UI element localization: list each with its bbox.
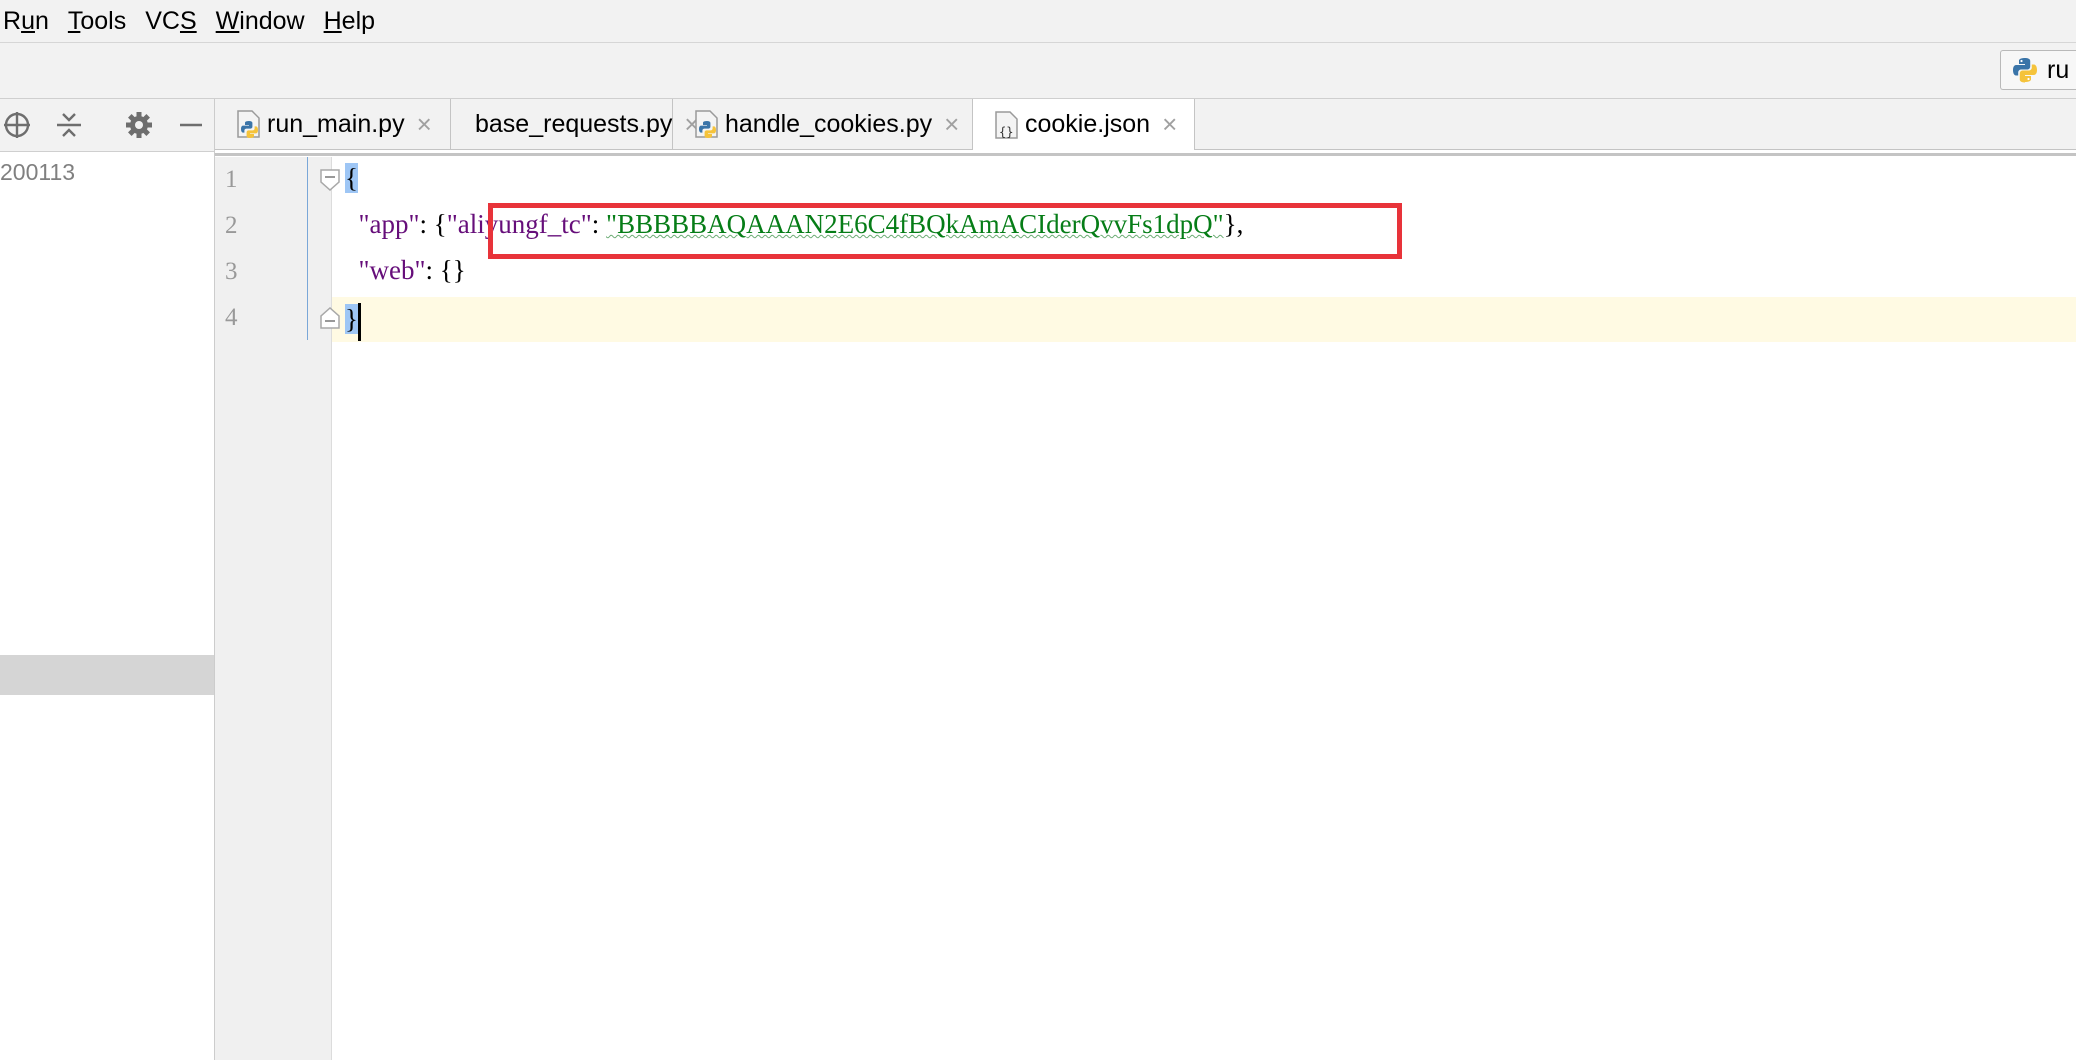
- project-panel: 200113: [0, 99, 215, 1060]
- menu-run[interactable]: Run: [0, 0, 61, 42]
- python-icon: [2013, 58, 2037, 83]
- line-number: 3: [225, 258, 238, 285]
- tab-label: handle_cookies.py: [725, 109, 933, 138]
- fold-minus-icon[interactable]: [320, 169, 340, 191]
- menu-vcs[interactable]: VCS: [142, 0, 208, 42]
- json-key-app: "app": [358, 209, 420, 239]
- tab-label: base_requests.py: [475, 109, 673, 138]
- json-key-web: "web": [358, 255, 426, 285]
- run-configuration-selector[interactable]: ru: [2000, 50, 2076, 90]
- locate-icon[interactable]: [2, 110, 32, 140]
- fold-guide-line: [307, 157, 308, 340]
- empty-object: {}: [439, 255, 466, 285]
- close-icon[interactable]: ×: [1162, 109, 1177, 140]
- run-config-label: ru: [2047, 55, 2070, 84]
- editor-gutter: 1 2 3 4: [215, 157, 340, 1060]
- tab-cookie-json[interactable]: {} cookie.json ×: [973, 99, 1195, 150]
- code-line-3: "web": {}: [358, 255, 466, 285]
- text-caret: [357, 302, 361, 341]
- line-number: 4: [225, 304, 238, 331]
- json-file-icon: {}: [995, 110, 1018, 139]
- tab-handle-cookies[interactable]: handle_cookies.py ×: [673, 99, 973, 149]
- tab-run-main[interactable]: run_main.py ×: [215, 99, 451, 149]
- code-line-4: }: [345, 297, 361, 342]
- project-tree-item[interactable]: 200113: [0, 159, 75, 186]
- menu-bar: Run Tools VCS Window Help: [0, 0, 2076, 43]
- open-brace: {: [345, 163, 358, 193]
- svg-text:{}: {}: [999, 125, 1013, 139]
- main-toolbar: ru: [0, 43, 2076, 99]
- close-brace: }: [345, 304, 358, 334]
- tab-base-requests[interactable]: base_requests.py ×: [451, 99, 700, 149]
- tab-bar-divider: [215, 153, 2076, 156]
- collapse-all-icon[interactable]: [54, 110, 84, 140]
- gear-icon[interactable]: [124, 110, 154, 140]
- line-number: 2: [225, 212, 238, 239]
- editor-tab-bar: run_main.py × base_requests.py × handle_…: [215, 99, 2076, 150]
- python-file-icon: [695, 110, 718, 138]
- menu-tools[interactable]: Tools: [65, 0, 138, 42]
- current-line-highlight: [332, 297, 2076, 342]
- close-icon[interactable]: ×: [417, 109, 432, 140]
- code-editor[interactable]: 1 2 3 4 { "app": {"aliyungf_tc": "BBBBBA…: [215, 157, 2076, 1060]
- hide-panel-icon[interactable]: [176, 110, 206, 140]
- tab-label: run_main.py: [267, 109, 405, 138]
- menu-window[interactable]: Window: [213, 0, 317, 42]
- project-panel-toolbar: [0, 99, 214, 152]
- close-icon[interactable]: ×: [944, 109, 959, 140]
- python-file-icon: [237, 110, 260, 138]
- project-tree-selected-row[interactable]: [0, 655, 214, 695]
- line-number: 1: [225, 166, 238, 193]
- tab-label: cookie.json: [1025, 110, 1151, 138]
- menu-help[interactable]: Help: [321, 0, 387, 42]
- code-line-1: {: [345, 156, 358, 201]
- annotation-highlight-box: [488, 203, 1402, 259]
- fold-end-icon[interactable]: [320, 307, 340, 329]
